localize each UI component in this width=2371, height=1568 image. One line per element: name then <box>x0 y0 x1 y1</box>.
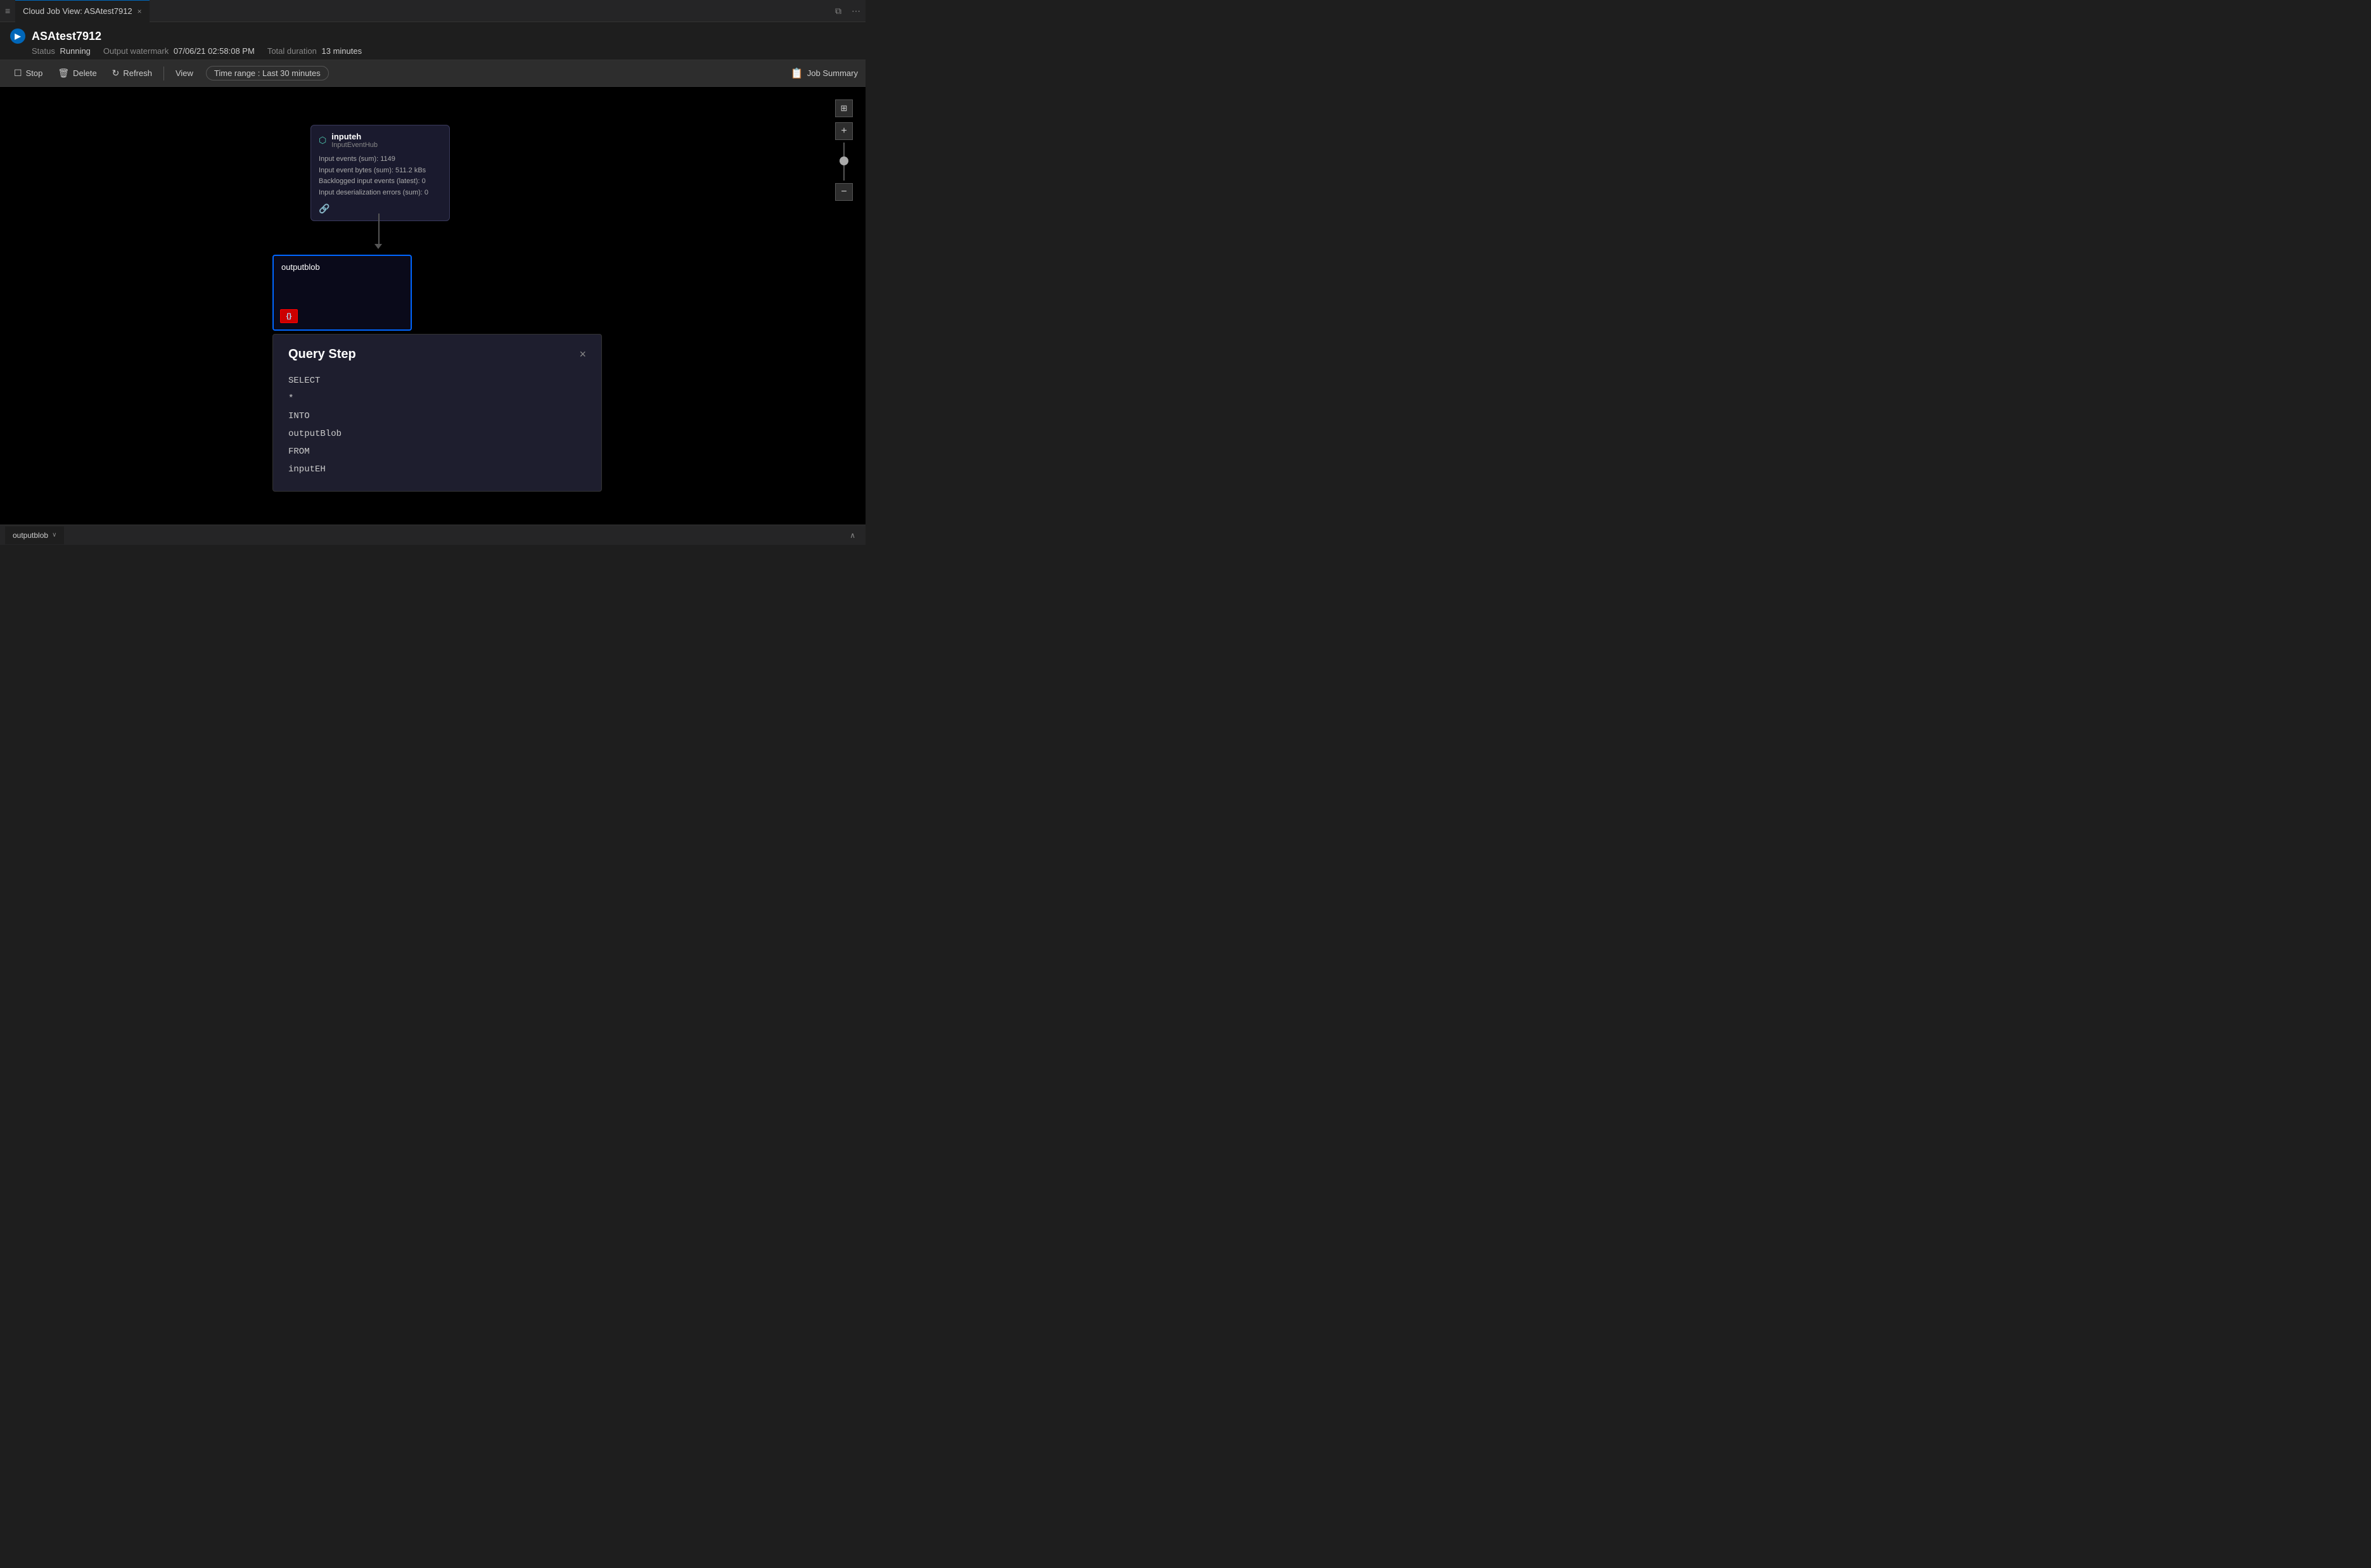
delete-label: Delete <box>73 68 97 78</box>
toolbar: ☐ Stop 🗑 Delete ↻ Refresh View Time rang… <box>0 60 866 87</box>
job-metadata: Status Running Output watermark 07/06/21… <box>10 46 855 56</box>
tab-bar: ≡ Cloud Job View: ASAtest7912 × ⧉ ⋯ <box>0 0 866 22</box>
stat-backlogged: Backlogged input events (latest): 0 <box>319 176 442 188</box>
output-node[interactable]: outputblob {} <box>272 255 412 331</box>
more-actions-icon[interactable]: ⋯ <box>852 6 860 16</box>
job-summary-icon: 📋 <box>791 67 803 80</box>
stop-label: Stop <box>26 68 43 78</box>
query-panel-title: Query Step <box>288 347 356 362</box>
title-bar: ▶ ASAtest7912 Status Running Output wate… <box>0 22 866 60</box>
menu-icon: ≡ <box>5 6 10 16</box>
duration-label: Total duration 13 minutes <box>267 46 362 56</box>
input-node-stats: Input events (sum): 1149 Input event byt… <box>319 154 442 198</box>
query-panel-close-button[interactable]: × <box>579 348 586 361</box>
query-line-outputblob: outputBlob <box>288 425 586 443</box>
time-range-button[interactable]: Time range : Last 30 minutes <box>206 66 329 80</box>
refresh-icon: ↻ <box>112 68 120 79</box>
input-node[interactable]: ⬡ inputeh InputEventHub Input events (su… <box>310 125 450 221</box>
delete-button[interactable]: 🗑 Delete <box>51 64 103 83</box>
canvas-area: ⬡ inputeh InputEventHub Input events (su… <box>0 87 866 545</box>
zoom-slider-thumb[interactable] <box>840 156 848 165</box>
window-controls: ⧉ ⋯ <box>835 6 860 16</box>
status-label: Status Running <box>32 46 91 56</box>
delete-icon: 🗑 <box>58 68 69 79</box>
zoom-slider-track <box>843 143 845 181</box>
stop-icon: ☐ <box>14 68 22 79</box>
status-value: Running <box>60 46 90 56</box>
input-node-header: ⬡ inputeh InputEventHub <box>319 132 442 149</box>
bottom-expand-icon[interactable]: ∧ <box>850 531 855 540</box>
query-line-star: * <box>288 390 586 407</box>
input-node-title: inputeh <box>331 132 378 141</box>
node-connector-line <box>378 214 380 245</box>
query-line-inputeh: inputEH <box>288 461 586 478</box>
input-node-subtitle: InputEventHub <box>331 141 378 149</box>
refresh-button[interactable]: ↻ Refresh <box>106 64 158 83</box>
toolbar-separator <box>163 67 164 80</box>
refresh-label: Refresh <box>123 68 152 78</box>
query-line-into: INTO <box>288 407 586 425</box>
query-content: SELECT * INTO outputBlob FROM inputEH <box>288 372 586 478</box>
query-line-from: FROM <box>288 443 586 461</box>
query-line-select: SELECT <box>288 372 586 390</box>
stat-deserialization-errors: Input deserialization errors (sum): 0 <box>319 188 442 199</box>
time-range-label: Time range : Last 30 minutes <box>214 68 321 78</box>
watermark-label: Output watermark 07/06/21 02:58:08 PM <box>103 46 255 56</box>
bottom-tab-chevron-icon: ∨ <box>52 532 56 539</box>
watermark-value: 07/06/21 02:58:08 PM <box>174 46 255 56</box>
bottom-tab-label: outputblob <box>13 531 48 540</box>
tab-title: Cloud Job View: ASAtest7912 <box>23 6 132 16</box>
split-editor-icon[interactable]: ⧉ <box>835 6 841 16</box>
output-node-icon[interactable]: {} <box>280 309 298 323</box>
zoom-fit-icon: ⊞ <box>841 103 848 113</box>
view-label: View <box>176 68 193 78</box>
zoom-in-icon: + <box>841 125 847 137</box>
zoom-fit-button[interactable]: ⊞ <box>835 99 853 117</box>
query-step-panel: Query Step × SELECT * INTO outputBlob FR… <box>272 334 602 492</box>
job-name: ASAtest7912 <box>32 30 101 43</box>
zoom-out-icon: − <box>841 186 847 198</box>
view-button[interactable]: View <box>169 64 200 83</box>
job-summary-label: Job Summary <box>807 68 858 78</box>
stat-input-bytes: Input event bytes (sum): 511.2 kBs <box>319 165 442 177</box>
bottom-tab-outputblob[interactable]: outputblob ∨ <box>5 526 64 544</box>
tab-close-button[interactable]: × <box>137 7 142 16</box>
job-summary-button[interactable]: 📋 Job Summary <box>791 67 858 80</box>
input-node-icon: ⬡ <box>319 135 326 146</box>
job-status-icon: ▶ <box>10 29 25 44</box>
zoom-controls: ⊞ + − <box>835 99 853 201</box>
cloud-job-tab[interactable]: Cloud Job View: ASAtest7912 × <box>15 0 150 22</box>
node-connector-arrow <box>374 244 382 249</box>
zoom-in-button[interactable]: + <box>835 122 853 140</box>
zoom-out-button[interactable]: − <box>835 183 853 201</box>
stat-input-events: Input events (sum): 1149 <box>319 154 442 165</box>
query-panel-header: Query Step × <box>288 347 586 362</box>
stop-button[interactable]: ☐ Stop <box>8 64 49 83</box>
output-node-title: outputblob <box>274 256 411 276</box>
duration-value: 13 minutes <box>322 46 362 56</box>
input-node-footer: 🔗 <box>319 203 442 214</box>
bottom-bar: outputblob ∨ ∧ <box>0 525 866 545</box>
